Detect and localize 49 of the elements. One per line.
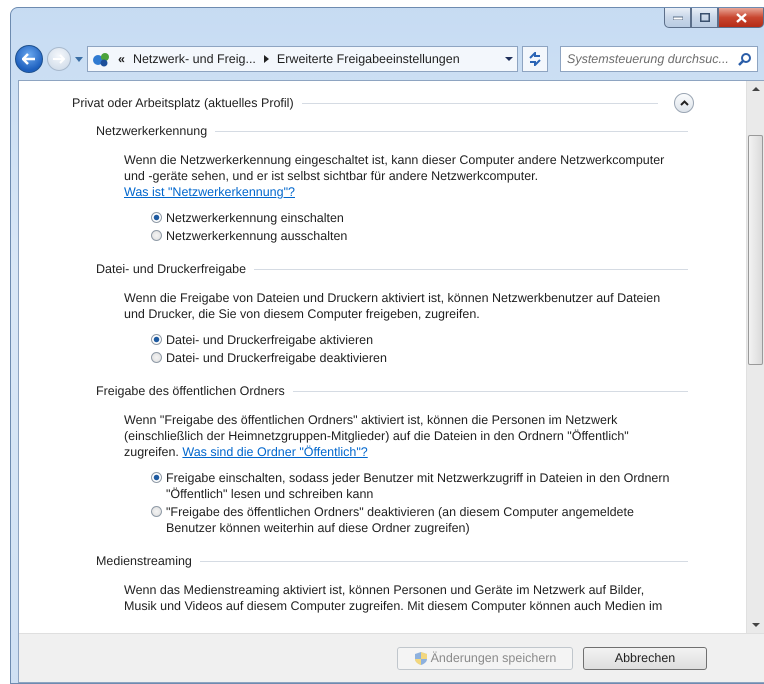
radio-option[interactable]: "Freigabe des öffentlichen Ordners" deaktivieren (an diesem Computer angemeldete Benutzer können weiterhin auf diese Ordner zugreifen) bbox=[151, 504, 686, 536]
description-text: Wenn die Freigabe von Dateien und Druckern aktiviert ist, können Netzwerkbenutzer auf Dateien und Drucker, die Sie von diesem Computer freigeben, zugreifen. bbox=[124, 290, 662, 322]
help-link[interactable]: Was sind die Ordner "Öffentlich"? bbox=[182, 445, 368, 459]
breadcrumb-item[interactable]: Erweiterte Freigabeeinstellungen bbox=[276, 52, 460, 66]
breadcrumb-item[interactable]: « bbox=[118, 52, 125, 66]
shield-icon bbox=[414, 650, 428, 666]
description-text: Wenn die Netzwerkerkennung eingeschaltet ist, kann dieser Computer andere Netzwerkcomputer und -geräte sehen, und er ist selbst sichtbar für andere Netzwerkcomputer. Was ist "Netzwerkerkennung"? bbox=[124, 152, 666, 200]
minimize-icon bbox=[672, 16, 682, 20]
radio-button[interactable] bbox=[151, 472, 162, 483]
caret-icon bbox=[505, 57, 513, 61]
collapse-button[interactable] bbox=[674, 93, 694, 113]
refresh-button[interactable] bbox=[522, 46, 548, 72]
radio-option[interactable]: Freigabe einschalten, sodass jeder Benutzer mit Netzwerkzugriff in Dateien in den Ordnern "Öffentlich" lesen und schreiben kann bbox=[151, 470, 686, 502]
close-button[interactable] bbox=[718, 8, 764, 28]
cancel-button[interactable]: Abbrechen bbox=[583, 646, 707, 670]
back-button[interactable] bbox=[15, 45, 43, 73]
back-arrow-icon bbox=[22, 53, 36, 65]
profile-heading: Privat oder Arbeitsplatz (aktuelles Profil) bbox=[72, 96, 294, 110]
radio-button[interactable] bbox=[151, 230, 162, 241]
radio-option[interactable]: Netzwerkerkennung ausschalten bbox=[151, 228, 686, 244]
network-icon bbox=[92, 51, 110, 67]
radio-button[interactable] bbox=[151, 352, 162, 363]
address-bar[interactable]: « Netzwerk- und Freig... Erweiterte Freigabeeinstellungen bbox=[87, 46, 518, 72]
section-heading: Freigabe des öffentlichen Ordners bbox=[96, 384, 285, 398]
description-text: Wenn das Medienstreaming aktiviert ist, können Personen und Geräte im Netzwerk auf Bilder, Musik und Videos auf diesem Computer zugreifen. Mit diesem Computer können auch Medien im bbox=[124, 582, 664, 614]
maximize-icon bbox=[700, 13, 710, 22]
chevron-icon bbox=[680, 100, 688, 106]
section-heading: Netzwerkerkennung bbox=[96, 124, 208, 138]
search-field[interactable]: Systemsteuerung durchsuc... bbox=[560, 46, 758, 72]
scrollbar[interactable] bbox=[746, 81, 764, 633]
dropdown-icon[interactable] bbox=[75, 56, 83, 62]
refresh-icon bbox=[528, 52, 542, 66]
minimize-button[interactable] bbox=[664, 8, 691, 28]
help-link[interactable]: Was ist "Netzwerkerkennung"? bbox=[124, 185, 295, 199]
radio-button[interactable] bbox=[151, 506, 162, 517]
radio-option[interactable]: Datei- und Druckerfreigabe deaktivieren bbox=[151, 350, 686, 366]
section-heading: Medienstreaming bbox=[96, 554, 192, 568]
chevron-right-icon bbox=[264, 55, 269, 63]
search-icon bbox=[738, 52, 752, 66]
description-text: Wenn "Freigabe des öffentlichen Ordners" aktiviert ist, können die Personen im Netzwerk (einschließlich der Heimnetzgruppen-Mitglieder) auf die Dateien in den Ordnern "Öffentlich" zugreifen. Was sind die Ordner "Öffentlich"? bbox=[124, 412, 630, 460]
radio-button[interactable] bbox=[151, 212, 162, 223]
section-heading: Datei- und Druckerfreigabe bbox=[96, 262, 246, 276]
radio-option[interactable]: Netzwerkerkennung einschalten bbox=[151, 210, 686, 226]
close-icon bbox=[736, 12, 746, 22]
breadcrumb-item[interactable]: Netzwerk- und Freig... bbox=[132, 52, 256, 66]
radio-button[interactable] bbox=[151, 334, 162, 345]
radio-option[interactable]: Datei- und Druckerfreigabe aktivieren bbox=[151, 332, 686, 348]
maximize-button[interactable] bbox=[691, 8, 718, 28]
forward-arrow-icon bbox=[53, 54, 65, 64]
